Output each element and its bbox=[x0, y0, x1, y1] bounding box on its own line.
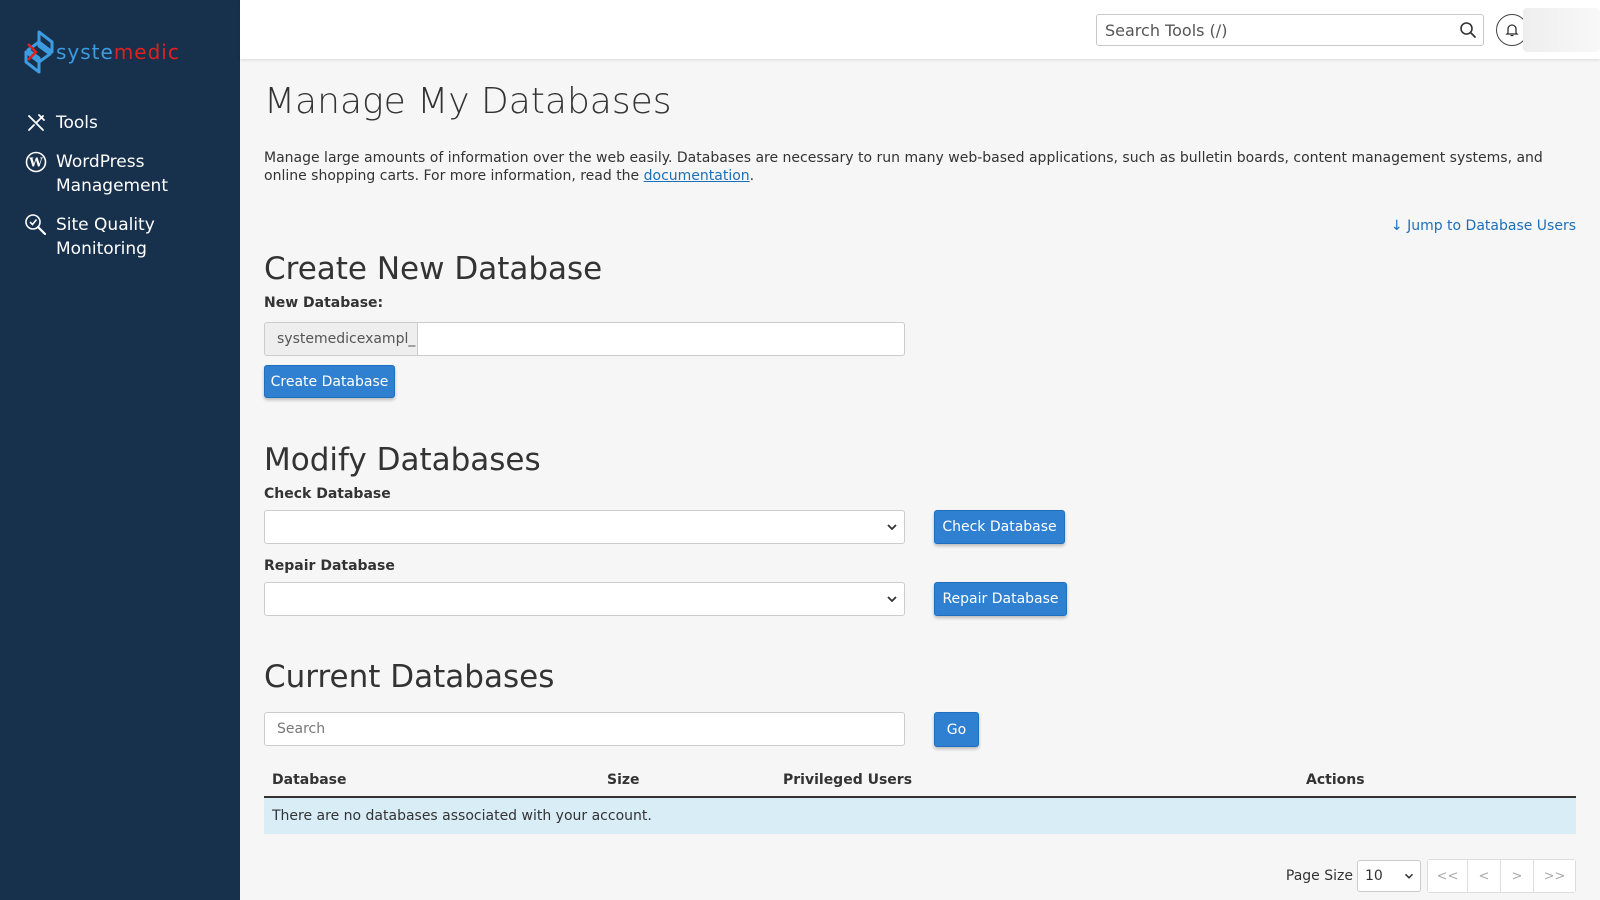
sidebar-item-wordpress-management[interactable]: W WordPress Management bbox=[24, 150, 186, 198]
repair-database-button[interactable]: Repair Database bbox=[934, 582, 1067, 616]
sidebar-item-label: Site Quality Monitoring bbox=[56, 215, 155, 259]
wordpress-icon: W bbox=[24, 150, 48, 174]
previous-page-button[interactable]: < bbox=[1468, 860, 1501, 892]
repair-database-label: Repair Database bbox=[264, 558, 395, 574]
check-database-label: Check Database bbox=[264, 486, 391, 502]
new-database-field-group: systemedicexampl_ bbox=[264, 322, 905, 356]
column-header-actions: Actions bbox=[1298, 763, 1576, 798]
sidebar: systemedic Tools W WordPress Management … bbox=[0, 0, 240, 900]
database-prefix: systemedicexampl_ bbox=[264, 322, 417, 356]
systemedic-logo[interactable]: systemedic bbox=[24, 30, 180, 74]
sidebar-item-label: WordPress Management bbox=[56, 152, 168, 196]
check-database-select[interactable] bbox=[264, 510, 905, 544]
table-header-row: Database Size Privileged Users Actions bbox=[264, 763, 1576, 798]
chevron-down-icon bbox=[887, 596, 897, 603]
modify-databases-heading: Modify Databases bbox=[264, 442, 541, 478]
databases-table: Database Size Privileged Users Actions T… bbox=[264, 763, 1576, 834]
logo-text-part-b: medic bbox=[113, 40, 180, 64]
sidebar-item-site-quality-monitoring[interactable]: Site Quality Monitoring bbox=[24, 213, 186, 261]
page-size-select[interactable]: 10 bbox=[1357, 860, 1421, 892]
sidebar-item-label: Tools bbox=[56, 113, 98, 133]
jump-to-database-users-link[interactable]: ↓ Jump to Database Users bbox=[1391, 218, 1576, 234]
first-page-button[interactable]: << bbox=[1428, 860, 1468, 892]
pager-buttons: << < > >> bbox=[1427, 859, 1576, 893]
site-quality-icon bbox=[24, 213, 48, 237]
column-header-size[interactable]: Size bbox=[599, 763, 775, 798]
pagination: Page Size 10 << < > >> bbox=[1286, 859, 1576, 893]
repair-database-select[interactable] bbox=[264, 582, 905, 616]
sidebar-item-tools[interactable]: Tools bbox=[24, 111, 186, 135]
svg-text:W: W bbox=[28, 156, 43, 170]
current-databases-heading: Current Databases bbox=[264, 659, 555, 695]
database-search-input[interactable] bbox=[264, 712, 905, 746]
tool-search-input[interactable] bbox=[1097, 15, 1447, 45]
go-button[interactable]: Go bbox=[934, 712, 979, 747]
tool-search-box bbox=[1096, 14, 1484, 46]
new-database-input[interactable] bbox=[417, 322, 905, 356]
description-text: Manage large amounts of information over… bbox=[264, 150, 1543, 184]
bell-icon bbox=[1505, 24, 1519, 37]
check-database-button[interactable]: Check Database bbox=[934, 510, 1065, 544]
create-database-heading: Create New Database bbox=[264, 251, 603, 287]
last-page-button[interactable]: >> bbox=[1534, 860, 1575, 892]
search-icon[interactable] bbox=[1459, 21, 1477, 39]
new-database-label: New Database: bbox=[264, 295, 384, 311]
empty-table-message: There are no databases associated with y… bbox=[264, 797, 1576, 834]
page-description: Manage large amounts of information over… bbox=[264, 149, 1564, 185]
next-page-button[interactable]: > bbox=[1501, 860, 1534, 892]
tools-icon bbox=[24, 111, 48, 135]
create-database-button[interactable]: Create Database bbox=[264, 365, 395, 398]
jump-link-label: Jump to Database Users bbox=[1407, 218, 1576, 234]
page-size-value: 10 bbox=[1365, 868, 1383, 884]
description-end: . bbox=[749, 168, 755, 184]
arrow-down-icon: ↓ bbox=[1390, 218, 1403, 234]
user-menu-avatar[interactable] bbox=[1523, 8, 1600, 52]
documentation-link[interactable]: documentation bbox=[644, 168, 750, 184]
logo-text: systemedic bbox=[56, 40, 180, 64]
chevron-down-icon bbox=[887, 524, 897, 531]
main-content: Manage My Databases Manage large amounts… bbox=[264, 59, 1576, 900]
top-bar bbox=[240, 0, 1600, 59]
column-header-database[interactable]: Database bbox=[264, 763, 599, 798]
table-row: There are no databases associated with y… bbox=[264, 797, 1576, 834]
logo-mark-icon bbox=[24, 30, 54, 74]
logo-text-part-a: syste bbox=[56, 40, 114, 64]
chevron-down-icon bbox=[1404, 873, 1414, 879]
column-header-privileged-users[interactable]: Privileged Users bbox=[775, 763, 1298, 798]
page-title: Manage My Databases bbox=[264, 81, 672, 122]
page-size-label: Page Size bbox=[1285, 868, 1353, 884]
